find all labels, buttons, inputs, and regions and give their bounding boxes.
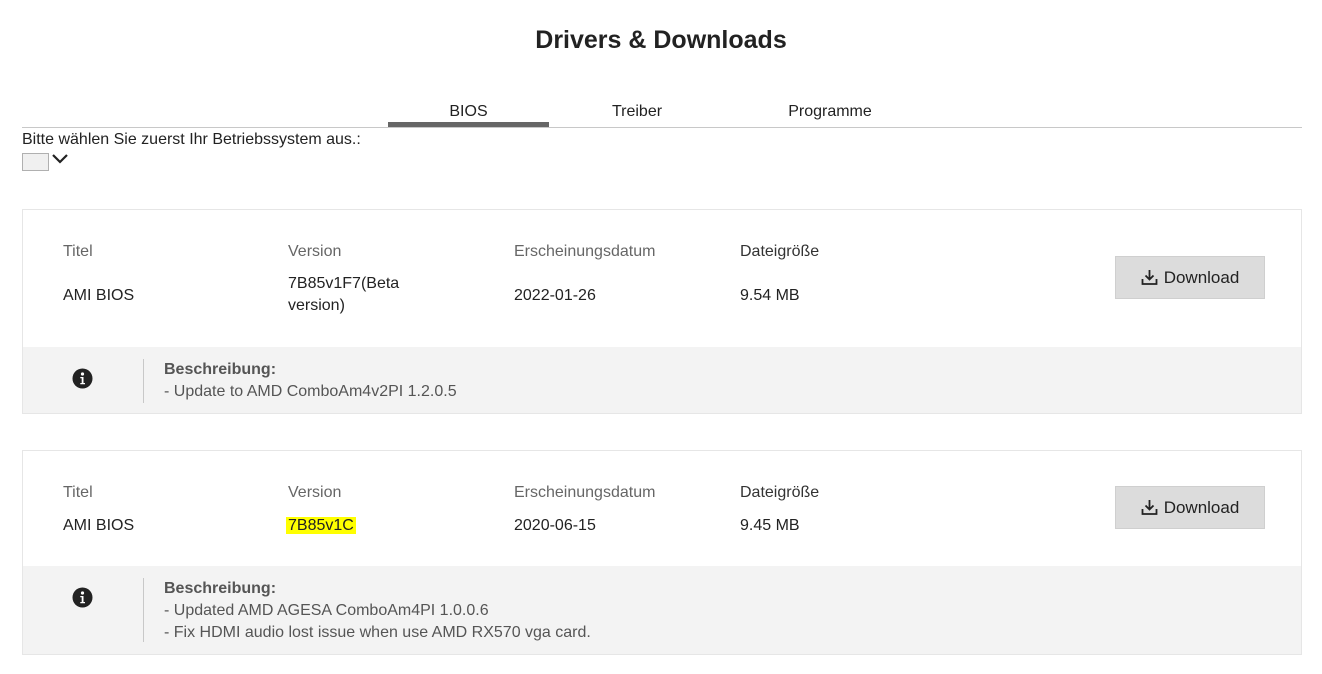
description-title: Beschreibung: (164, 580, 277, 597)
info-icon (72, 587, 93, 613)
bios-title: AMI BIOS (63, 287, 135, 304)
os-select[interactable] (22, 153, 49, 171)
description-panel: Beschreibung: - Updated AMD AGESA ComboA… (23, 566, 1301, 654)
description-line: - Update to AMD ComboAm4v2PI 1.2.0.5 (164, 383, 457, 400)
col-title-label: Titel (63, 484, 93, 501)
col-date-label: Erscheinungsdatum (514, 243, 656, 260)
bios-date: 2020-06-15 (514, 517, 596, 534)
divider (143, 578, 144, 642)
tab-programme[interactable]: Programme (727, 100, 933, 127)
description-title: Beschreibung: (164, 361, 277, 378)
bios-title: AMI BIOS (63, 517, 135, 534)
download-button-label: Download (1163, 497, 1240, 517)
bios-version: 7B85v1C (286, 515, 356, 537)
col-version-label: Version (288, 243, 342, 260)
bios-size: 9.45 MB (740, 517, 800, 534)
tab-bios[interactable]: BIOS (388, 100, 549, 127)
chevron-down-icon[interactable] (51, 152, 69, 171)
bios-version-line: 7B85v1F7(Beta (288, 275, 400, 292)
bios-version-highlighted: 7B85v1C (286, 517, 356, 534)
os-select-label: Bitte wählen Sie zuerst Ihr Betriebssyst… (22, 131, 361, 148)
download-icon (1141, 500, 1158, 515)
tab-bar: BIOS Treiber Programme (22, 100, 1302, 128)
description-line: - Updated AMD AGESA ComboAm4PI 1.0.0.6 (164, 602, 489, 619)
divider (143, 359, 144, 403)
bios-version: 7B85v1F7(Beta version) (288, 273, 399, 317)
col-size-label: Dateigröße (740, 243, 820, 260)
bios-date: 2022-01-26 (514, 287, 596, 304)
download-icon (1141, 270, 1158, 285)
description-panel: Beschreibung: - Update to AMD ComboAm4v2… (23, 347, 1301, 413)
description-line: - Fix HDMI audio lost issue when use AMD… (164, 624, 591, 641)
download-card: Titel Version Erscheinungsdatum Dateigrö… (22, 209, 1302, 414)
download-button-label: Download (1163, 267, 1240, 287)
download-button[interactable]: Download (1115, 256, 1265, 299)
page-title: Drivers & Downloads (535, 26, 787, 54)
tab-treiber[interactable]: Treiber (557, 100, 717, 127)
col-size-label: Dateigröße (740, 484, 820, 501)
col-title-label: Titel (63, 243, 93, 260)
col-version-label: Version (288, 484, 342, 501)
col-date-label: Erscheinungsdatum (514, 484, 656, 501)
download-card: Titel Version Erscheinungsdatum Dateigrö… (22, 450, 1302, 655)
info-icon (72, 368, 93, 394)
bios-size: 9.54 MB (740, 287, 800, 304)
bios-version-line: version) (288, 297, 345, 314)
download-button[interactable]: Download (1115, 486, 1265, 529)
